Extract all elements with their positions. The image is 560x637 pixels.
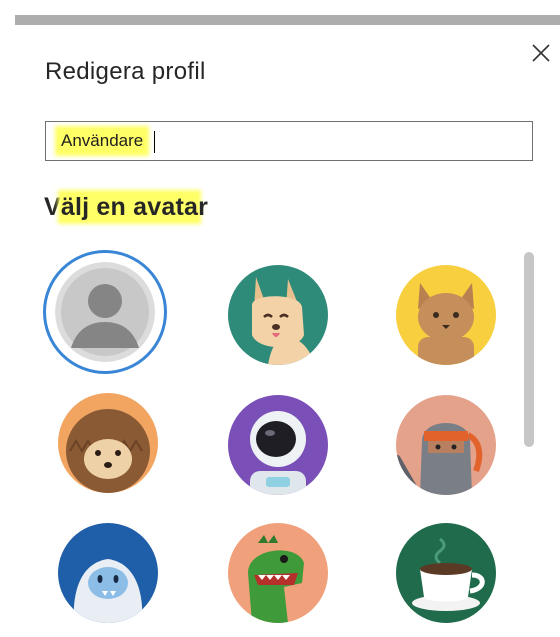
dog-icon bbox=[228, 265, 328, 365]
avatar-section-title-start: V bbox=[44, 193, 61, 221]
close-button[interactable] bbox=[528, 40, 554, 66]
avatar-option-ninja[interactable] bbox=[396, 395, 496, 495]
coffee-cup-icon bbox=[396, 523, 496, 623]
text-caret bbox=[154, 131, 155, 153]
close-icon bbox=[532, 44, 550, 62]
ninja-icon bbox=[396, 395, 496, 495]
profile-name-input[interactable]: Användare bbox=[45, 121, 533, 161]
avatar-option-dinosaur[interactable] bbox=[228, 523, 328, 623]
profile-name-value: Användare bbox=[58, 129, 147, 153]
avatar-option-dog[interactable] bbox=[228, 265, 328, 365]
default-person-icon bbox=[55, 262, 155, 362]
yeti-icon bbox=[58, 523, 158, 623]
avatar-option-default[interactable] bbox=[55, 262, 155, 362]
avatar-option-coffee[interactable] bbox=[396, 523, 496, 623]
scrollbar-thumb[interactable] bbox=[524, 252, 534, 447]
avatar-option-yeti[interactable] bbox=[58, 523, 158, 623]
cat-icon bbox=[396, 265, 496, 365]
avatar-section-title: Välj en avatar bbox=[44, 193, 208, 222]
dialog-title: Redigera profil bbox=[45, 58, 206, 85]
avatar-section-title-end: r bbox=[198, 193, 209, 221]
avatar-section-title-highlight: älj en avata bbox=[60, 193, 199, 221]
avatar-option-astronaut[interactable] bbox=[228, 395, 328, 495]
astronaut-icon bbox=[228, 395, 328, 495]
avatar-option-cat[interactable] bbox=[396, 265, 496, 365]
avatar-option-hedgehog[interactable] bbox=[58, 393, 158, 493]
hedgehog-icon bbox=[58, 393, 158, 493]
window-top-bar bbox=[15, 15, 560, 25]
dinosaur-icon bbox=[228, 523, 328, 623]
